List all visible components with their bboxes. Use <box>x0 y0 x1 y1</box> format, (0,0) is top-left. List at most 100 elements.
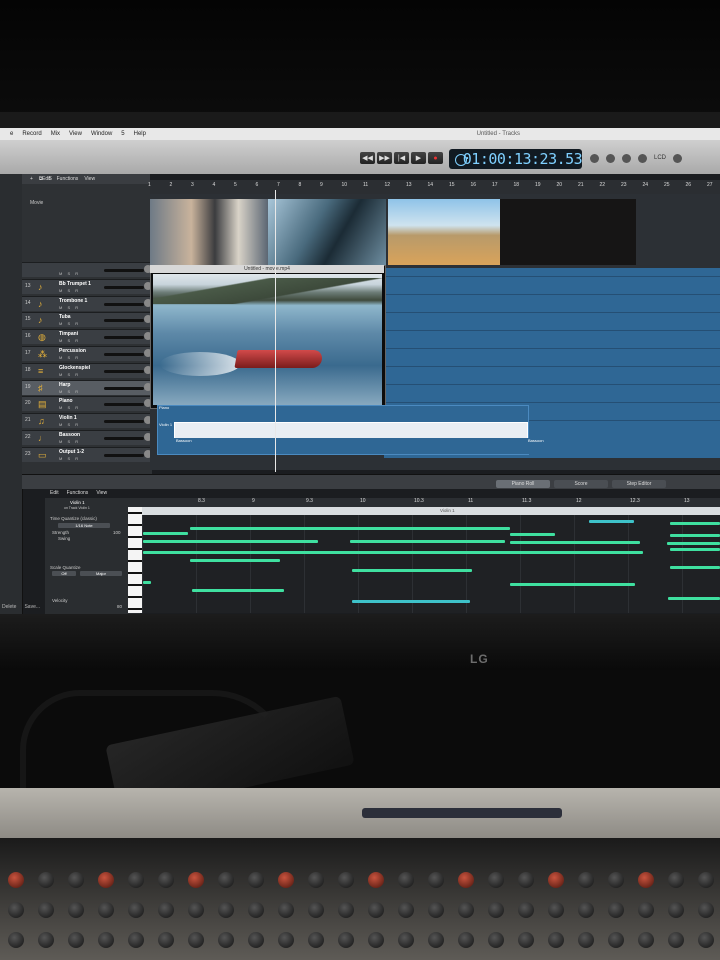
piano-roll-ruler[interactable]: 8.3 9 9.3 10 10.3 11 11.3 12 12.3 13 <box>140 498 720 507</box>
midi-note[interactable] <box>190 559 280 562</box>
metronome-icon[interactable] <box>606 153 615 163</box>
record-button[interactable]: ● <box>428 152 443 164</box>
save-button[interactable]: Save... <box>24 604 40 614</box>
midi-note[interactable] <box>668 597 720 600</box>
count-in-icon[interactable] <box>638 153 647 163</box>
midi-note[interactable] <box>667 542 720 545</box>
volume-fader[interactable] <box>104 420 144 424</box>
menu-item-5[interactable]: 5 <box>121 131 124 137</box>
region-name: Violin 1 <box>70 500 85 505</box>
menu-item-window[interactable]: Window <box>91 131 112 137</box>
menu-item-help[interactable]: Help <box>134 131 146 137</box>
lcd-mode-label[interactable]: LCD <box>654 155 666 161</box>
midi-note[interactable] <box>510 533 555 536</box>
mute-solo-buttons[interactable]: M S R <box>59 338 80 343</box>
bar-ruler[interactable]: 1 2 3 4 5 6 7 8 9 10 11 12 13 14 15 16 17 18 19 20 21 22 23 24 2… <box>148 180 720 195</box>
rewind-button[interactable]: ◀◀ <box>360 152 375 164</box>
midi-note[interactable] <box>350 540 505 543</box>
volume-fader[interactable] <box>104 302 144 306</box>
mute-solo-buttons[interactable]: M S R <box>59 439 80 444</box>
midi-note[interactable] <box>670 534 720 537</box>
go-to-start-button[interactable]: |◀ <box>394 152 409 164</box>
arrange-view-menu[interactable]: View <box>84 176 95 182</box>
midi-note[interactable] <box>143 540 318 543</box>
play-button[interactable]: ▶ <box>411 152 426 164</box>
notes-icon[interactable] <box>673 153 683 163</box>
midi-note[interactable] <box>670 548 720 551</box>
piano-roll-ruler-number: 8.3 <box>198 498 205 504</box>
piano-keyboard[interactable] <box>128 507 142 613</box>
mute-solo-buttons[interactable]: M S R <box>59 422 80 427</box>
pr-view-menu[interactable]: View <box>96 490 107 496</box>
midi-note[interactable] <box>192 589 284 592</box>
tab-step-editor[interactable]: Step Editor <box>612 480 666 488</box>
midi-note[interactable] <box>510 583 635 586</box>
track-row[interactable]: 16 ◍ Timpani M S R <box>22 329 152 345</box>
pr-edit-menu[interactable]: Edit <box>50 490 59 496</box>
strength-value[interactable]: 100 <box>113 530 121 535</box>
track-row[interactable]: 21 ♫ Violin 1M S R <box>22 413 152 429</box>
arrange-functions-menu[interactable]: Functions <box>57 176 79 182</box>
mute-solo-buttons[interactable]: M S R <box>59 456 80 461</box>
midi-note[interactable] <box>670 566 720 569</box>
menu-item-view[interactable]: View <box>69 131 82 137</box>
playhead[interactable] <box>275 190 276 472</box>
timecode-display[interactable]: 01:00:13:23.53 <box>449 149 583 169</box>
track-row[interactable]: 15 ♪ Tuba M S R <box>22 312 152 328</box>
time-quantize-select[interactable]: 1/16 Note <box>58 523 110 528</box>
volume-fader[interactable] <box>104 285 144 289</box>
scale-mode-select[interactable]: Major <box>80 571 122 576</box>
fast-forward-button[interactable]: ▶▶ <box>377 152 392 164</box>
track-row[interactable]: 23 ▭ Output 1-2 M S R <box>22 446 152 462</box>
movie-window-title[interactable]: Untitled - movie.mp4 <box>150 265 384 273</box>
velocity-value[interactable]: 80 <box>117 604 122 609</box>
mute-solo-buttons[interactable]: M S R <box>59 305 80 310</box>
mute-solo-buttons[interactable]: M S R <box>59 355 80 360</box>
menu-item-record[interactable]: Record <box>22 131 41 137</box>
midi-note[interactable] <box>190 527 510 530</box>
midi-note[interactable] <box>352 569 472 572</box>
tab-score[interactable]: Score <box>554 480 608 488</box>
track-row[interactable]: 22 ♩ Bassoon M S R <box>22 430 152 445</box>
delete-button[interactable]: Delete <box>2 604 16 614</box>
pr-functions-menu[interactable]: Functions <box>67 490 89 496</box>
midi-note[interactable] <box>143 551 643 554</box>
mute-solo-buttons[interactable]: M S R <box>59 389 80 394</box>
track-row[interactable]: 17 ⁂ Percussion M S R <box>22 346 152 361</box>
midi-note[interactable] <box>143 581 151 584</box>
track-row[interactable]: 14 ♪ Trombone 1M S R <box>22 295 152 311</box>
volume-fader[interactable] <box>104 453 144 457</box>
menu-item[interactable]: e <box>10 131 13 137</box>
volume-fader[interactable] <box>104 269 144 272</box>
mute-solo-buttons[interactable]: M S R <box>59 405 80 410</box>
tuner-icon[interactable] <box>622 153 631 163</box>
track-row[interactable]: 13 ♪ Bb Trumpet 1M S R <box>22 278 152 294</box>
tab-piano-roll[interactable]: Piano Roll <box>496 480 550 488</box>
midi-note[interactable] <box>510 541 640 544</box>
mute-solo-buttons[interactable]: M S R <box>59 271 80 276</box>
mute-solo-buttons[interactable]: M S R <box>59 288 80 293</box>
volume-fader[interactable] <box>104 369 144 373</box>
midi-note[interactable] <box>589 520 634 523</box>
volume-fader[interactable] <box>104 403 144 407</box>
midi-note[interactable] <box>143 532 188 535</box>
mute-solo-buttons[interactable]: M S R <box>59 321 80 326</box>
track-row[interactable]: M S R <box>22 262 152 277</box>
volume-fader[interactable] <box>104 336 144 340</box>
volume-fader[interactable] <box>104 386 144 390</box>
volume-fader[interactable] <box>104 437 144 440</box>
volume-fader[interactable] <box>104 319 144 323</box>
scale-quantize-off[interactable]: Off <box>52 571 76 576</box>
menu-item-mix[interactable]: Mix <box>51 131 60 137</box>
cycle-icon[interactable] <box>590 153 599 163</box>
bassoon-region[interactable] <box>174 438 720 454</box>
midi-note[interactable] <box>670 522 720 525</box>
midi-note[interactable] <box>352 600 470 603</box>
arrange-edit-menu[interactable]: Edit <box>42 176 51 182</box>
volume-fader[interactable] <box>104 353 144 356</box>
mute-solo-buttons[interactable]: M S R <box>59 372 80 377</box>
add-track-icon[interactable]: + <box>30 176 33 182</box>
track-row[interactable]: 19 ♯ Harp M S R <box>22 379 152 395</box>
track-row[interactable]: 18 ≡ Glockenspiel M S R <box>22 362 152 378</box>
track-row[interactable]: 20 ▤ Piano M S R <box>22 396 152 412</box>
